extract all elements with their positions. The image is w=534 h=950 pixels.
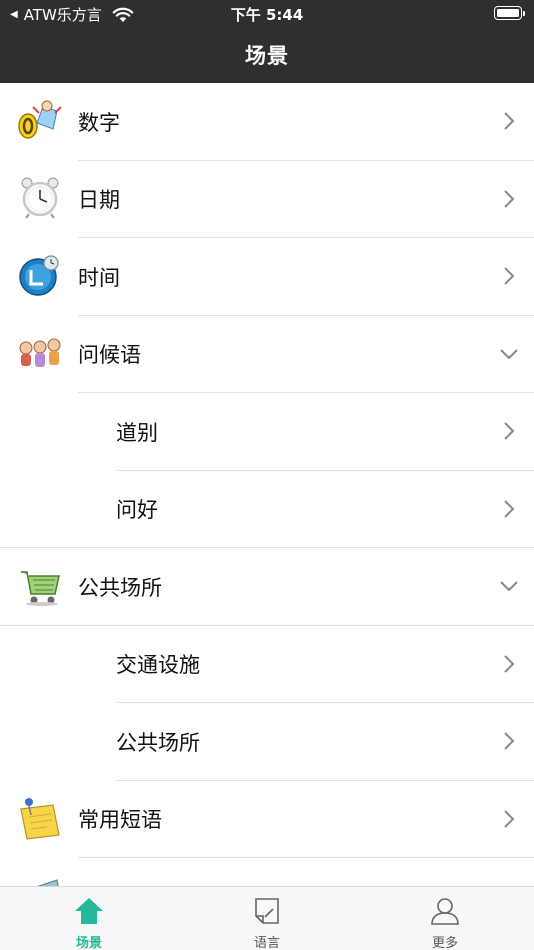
tab-language[interactable]: 语言 [178, 887, 356, 950]
chevron-right-icon [504, 732, 515, 750]
scene-list: 数字 日期 时间 问候语 道别 问好 公共场所 交通设施 公共场所 常用短语 [0, 83, 534, 886]
list-item-label: 常用短语 [78, 808, 162, 833]
list-item-label: 道别 [116, 420, 158, 445]
greeting-people-icon [19, 338, 61, 367]
list-item-transport[interactable]: 交通设施 [0, 626, 534, 703]
list-item-numbers[interactable]: 数字 [0, 83, 534, 161]
chevron-down-icon [500, 581, 518, 592]
chevron-right-icon [504, 267, 515, 285]
tab-scenes[interactable]: 场景 [0, 887, 178, 950]
list-item-partial[interactable] [0, 858, 534, 886]
list-item-date[interactable]: 日期 [0, 161, 534, 238]
chevron-right-icon [504, 189, 515, 208]
chevron-right-icon [504, 499, 515, 518]
list-item-label: 日期 [78, 188, 120, 213]
list-item-hello[interactable]: 问好 [0, 471, 534, 548]
status-time: 下午 5:44 [230, 6, 304, 24]
battery-icon [494, 6, 525, 20]
list-item-label: 公共场所 [116, 730, 200, 755]
tab-bar: 场景 语言 更多 [0, 886, 534, 950]
person-icon [431, 898, 459, 925]
tab-label: 更多 [431, 936, 458, 950]
partial-row-icon [37, 879, 59, 886]
top-bar: ◀ ATW乐方言 下午 5:44 场景 [0, 0, 534, 83]
sticky-note-icon [20, 797, 60, 840]
numbers-icon [18, 100, 62, 139]
list-item-label: 问候语 [78, 343, 141, 368]
home-icon [75, 898, 103, 924]
chevron-down-icon [500, 348, 518, 359]
list-item-public-places[interactable]: 公共场所 [0, 548, 534, 626]
chevron-right-icon [504, 654, 515, 673]
list-item-label: 交通设施 [116, 653, 200, 678]
list-item-label: 问好 [116, 498, 158, 523]
tab-more[interactable]: 更多 [356, 887, 534, 950]
chevron-right-icon [504, 809, 515, 828]
status-bar: ◀ ATW乐方言 下午 5:44 [0, 0, 534, 26]
tab-label: 场景 [75, 936, 102, 950]
list-item-farewell[interactable]: 道别 [0, 393, 534, 471]
list-item-time[interactable]: 时间 [0, 238, 534, 316]
note-icon [255, 898, 279, 924]
list-item-label: 数字 [78, 110, 120, 135]
chevron-right-icon [504, 422, 515, 440]
list-item-public-places-sub[interactable]: 公共场所 [0, 703, 534, 781]
time-icon [19, 255, 59, 296]
page-title: 场景 [245, 44, 289, 68]
list-item-phrases[interactable]: 常用短语 [0, 781, 534, 858]
tab-label: 语言 [253, 936, 280, 950]
chevron-right-icon [504, 112, 515, 130]
list-item-label: 公共场所 [78, 575, 162, 600]
list-item-label: 时间 [78, 265, 120, 290]
shopping-cart-icon [21, 571, 60, 606]
list-item-greetings[interactable]: 问候语 [0, 316, 534, 393]
alarm-clock-icon [21, 177, 59, 219]
